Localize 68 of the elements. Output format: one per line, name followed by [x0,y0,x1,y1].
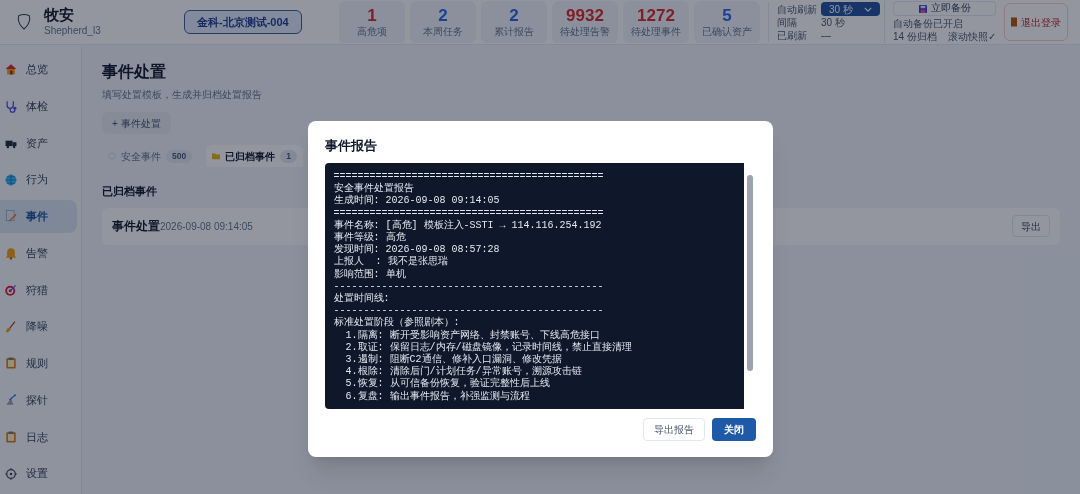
stat-value: 2 [509,6,519,25]
globe-icon [4,172,18,187]
tenant-badge[interactable]: 金科-北京测试-004 [184,10,302,34]
caret-icon [864,6,872,12]
stat-label: 累计报告 [494,25,534,38]
stat-value: 2 [438,6,448,25]
stat-value: 1272 [637,6,675,25]
backup-status: 自动备份已开启 [893,18,964,31]
stat-value: 5 [722,6,732,25]
sidebar-item[interactable]: 行为 [0,163,77,197]
backup-button[interactable]: 立即备份 [893,1,996,16]
dialog-title: 事件报告 [324,138,378,155]
stat-label: 待处理告警 [560,25,610,38]
shield-icon [16,13,32,31]
stat-value: 9932 [566,6,604,25]
page-subtitle: 填写处置模板，生成并归档处置报告 [102,88,263,102]
antenna-icon [4,393,18,408]
sidebar-item[interactable]: 设置 [0,457,77,491]
sidebar-item[interactable]: 总览 [0,53,77,86]
stat-label: 高危项 [357,25,387,38]
broom-icon [4,319,18,334]
sidebar-item[interactable]: 降噪 [0,310,77,344]
bell-icon [4,246,18,261]
tab[interactable]: 安全事件 500 [102,145,199,167]
app-subtitle: Shepherd_l3 [44,24,102,38]
stat-label: 待处理事件 [631,25,681,38]
tab[interactable]: 已归档事件 1 [206,145,303,167]
sidebar-item[interactable]: 探针 [0,383,77,417]
close-button[interactable]: 关闭 [711,418,756,441]
card-time: 2026-09-08 09:14:05 [160,219,253,234]
stat-value: 1 [367,6,377,25]
target-icon [4,282,18,297]
clipboard-icon [4,429,18,444]
sidebar-item[interactable]: 规则 [0,347,77,380]
sidebar-item[interactable]: 狩猎 [0,273,77,307]
sidebar-item[interactable]: 日志 [0,420,77,454]
report-text: ============================================= 安全事件处置报告 生成时间: 2026-09-08 09:14:05 ============================================= 事件名称: [高危] 模板注入-SSTI → 114.116.254.192 事件等级: 高危 发现时间: 2026-09-08 08:57:28 上报人 : 我不是张思瑞 影响范围: 单机 --------------------------------------------- 处置时间线: --------------------------------------------- 标准处置阶段（参照剧本）: 1.隔离: 断开受影响资产网络、封禁账号、下线高危接口 2.取证: 保留日志/内存/磁盘镜像，记录时间线，禁止直接清理 3.遏制: 阻断C2通信、修补入口漏洞、修改凭据 4.根除: 清除后门/计划任务/异常账号，溯源攻击链 5.恢复: 从可信备份恢复，验证完整性后上线 6.复盘: 输出事件报告，补强监测与流程 [332,170,633,404]
folder-icon [212,152,221,160]
stat-label: 已确认资产 [702,25,752,38]
house-icon [4,62,18,77]
export-button[interactable]: 导出 [1012,215,1050,237]
snapshot-status: 滚动快照✓ [948,30,996,43]
stethoscope-icon [4,99,18,114]
new-incident-button[interactable]: + 事件处置 [102,112,171,134]
refreshed-label: 已刷新 [777,29,808,42]
refresh-label: 自动刷新 [777,2,818,16]
export-report-button[interactable]: 导出报告 [642,418,705,441]
archive-count: 14 份归档 [893,30,937,43]
sidebar-item[interactable]: 告警 [0,236,77,270]
card-title: 事件处置 [112,218,160,235]
sidebar-item[interactable]: 体检 [0,89,77,123]
refreshed-value: — [821,29,832,42]
section-title: 已归档事件 [102,184,157,199]
sidebar-item[interactable]: 事件 [0,200,77,233]
logout-button[interactable]: 退出登录 [1004,3,1068,41]
app-name: 牧安 [44,6,75,24]
count-badge: 1 [280,149,297,163]
interval-label: 间隔 [777,16,798,29]
count-badge: 500 [166,149,193,163]
interval-select[interactable]: 30 秒 [821,2,880,16]
door-icon [1011,17,1017,27]
stat-label: 本周任务 [423,25,463,38]
clipboard-icon [4,356,18,371]
pencil-icon [4,209,18,224]
sidebar-item[interactable]: 资产 [0,126,77,160]
settings-icon [4,466,18,481]
page-title: 事件处置 [102,62,167,82]
interval-value: 30 秒 [821,16,846,29]
